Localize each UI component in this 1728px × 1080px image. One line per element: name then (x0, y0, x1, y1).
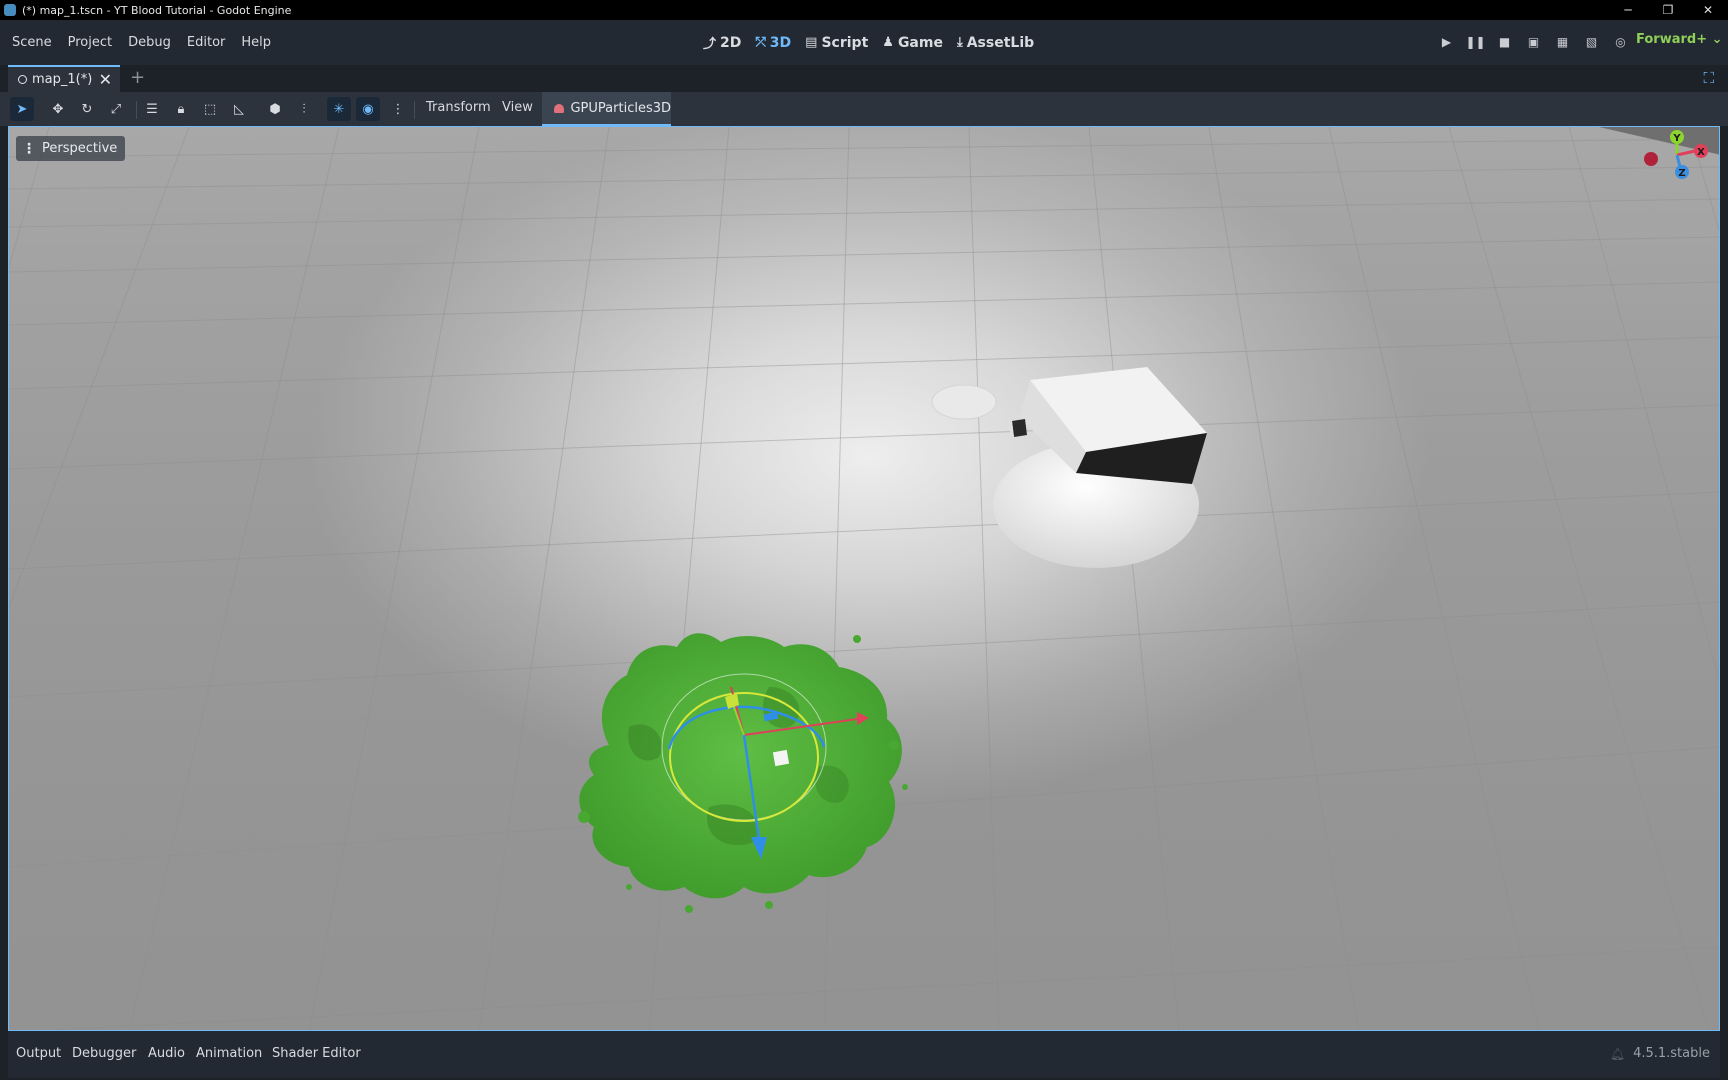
perspective-menu-button[interactable]: ⋮ Perspective (16, 136, 126, 161)
floor-shade (9, 127, 1719, 1030)
toolbar-separator (414, 101, 415, 119)
minimize-button[interactable]: ─ (1608, 0, 1648, 20)
gpuparticles3d-menu[interactable]: GPUParticles3D (542, 92, 671, 126)
workspace-assetlib-button[interactable]: ⤓ AssetLib (950, 35, 1041, 51)
play-scene-icon[interactable]: ▦ (1548, 32, 1577, 52)
more-icon[interactable]: ⋮ (386, 97, 410, 121)
workspace-3d-button[interactable]: ⤱ 3D (748, 35, 798, 51)
workspace-2d-label: 2D (720, 34, 742, 51)
main-menu-bar: Scene Project Debug Editor Help ⤴ 2D ⤱ 3… (0, 20, 1728, 65)
distraction-free-icon[interactable]: ⛶ (1703, 69, 1714, 87)
stop-icon[interactable]: ■ (1490, 32, 1519, 52)
gizmo-y-label: Y (1672, 133, 1681, 144)
close-tab-icon[interactable]: ✕ (99, 70, 112, 89)
scale-icon[interactable]: ⤢ (104, 97, 128, 121)
3d-viewport[interactable]: Y X Z ⋮ Perspective (8, 126, 1720, 1031)
gizmo-x-label: X (1697, 147, 1705, 158)
group-icon[interactable]: ⬚ (198, 97, 222, 121)
script-icon: ▤ (805, 35, 818, 50)
ruler-icon[interactable]: ◺ (227, 97, 251, 121)
bottom-tab-audio[interactable]: Audio (148, 1046, 185, 1061)
gizmo-z-label: Z (1678, 168, 1685, 179)
3d-icon: ⤱ (755, 35, 766, 50)
view-menu[interactable]: View (502, 100, 533, 115)
toolbar-separator (136, 101, 137, 119)
snap-grid-icon[interactable]: ⫶ (292, 97, 316, 121)
menu-debug[interactable]: Debug (120, 35, 179, 50)
move-icon[interactable]: ✥ (46, 97, 70, 121)
movie-maker-icon[interactable]: ◎ (1606, 32, 1635, 52)
notification-bell-icon[interactable]: 🔔︎ (1610, 1047, 1625, 1061)
bottom-tab-debugger[interactable]: Debugger (72, 1046, 136, 1061)
version-info: 🔔︎ 4.5.1.stable (1610, 1046, 1710, 1061)
viewport-toolbar: ➤ ✥ ↻ ⤢ ☰ 🔒︎ ⬚ ◺ ⬢ ⫶ ✳ ◉ ⋮ Transform Vie… (0, 92, 1728, 126)
menu-help[interactable]: Help (233, 35, 279, 50)
select-icon[interactable]: ➤ (10, 97, 34, 121)
window-controls: ─ ❐ ✕ (1608, 0, 1728, 20)
scene-tab-bar: map_1(*) ✕ + ⛶ (0, 65, 1728, 92)
bottom-panel-bar: Output Debugger Audio Animation Shader E… (0, 1031, 1728, 1080)
workspace-game-button[interactable]: ♟ Game (875, 35, 950, 51)
window-titlebar: (*) map_1.tscn - YT Blood Tutorial - God… (0, 0, 1728, 20)
assetlib-icon: ⤓ (956, 35, 963, 50)
snap-object-icon[interactable]: ⬢ (263, 97, 287, 121)
renderer-label: Forward+ (1636, 32, 1708, 47)
play-custom-icon[interactable]: ▧ (1577, 32, 1606, 52)
add-scene-tab-button[interactable]: + (130, 67, 145, 88)
restore-button[interactable]: ❐ (1648, 0, 1688, 20)
chevron-down-icon: ⌄ (1711, 32, 1723, 47)
bottom-tab-output[interactable]: Output (16, 1046, 61, 1061)
particles-icon (554, 103, 565, 113)
menu-scene[interactable]: Scene (4, 35, 60, 50)
menu-editor[interactable]: Editor (179, 35, 233, 50)
menu-list: Scene Project Debug Editor Help (4, 20, 279, 65)
kebab-menu-icon: ⋮ (22, 140, 36, 157)
small-disc-mesh (931, 384, 997, 420)
scene-tab-map-1[interactable]: map_1(*) ✕ (8, 65, 120, 92)
game-icon: ♟ (882, 35, 894, 50)
workspace-game-label: Game (897, 34, 943, 51)
workspace-assetlib-label: AssetLib (966, 34, 1035, 51)
version-label: 4.5.1.stable (1633, 1046, 1710, 1061)
bottom-panel: Output Debugger Audio Animation Shader E… (8, 1031, 1720, 1078)
gizmo-neg-x-icon[interactable] (1644, 152, 1658, 166)
rotate-icon[interactable]: ↻ (75, 97, 99, 121)
use-snap-icon[interactable]: ◉ (356, 97, 380, 121)
local-space-icon[interactable]: ✳ (327, 97, 351, 121)
renderer-select[interactable]: Forward+ ⌄ (1636, 32, 1723, 47)
remote-debug-icon[interactable]: ▣ (1519, 32, 1548, 52)
workspace-2d-button[interactable]: ⤴ 2D (696, 33, 748, 53)
menu-project[interactable]: Project (60, 35, 120, 50)
close-window-button[interactable]: ✕ (1688, 0, 1728, 20)
window-title: (*) map_1.tscn - YT Blood Tutorial - God… (22, 3, 292, 17)
gpuparticles3d-label: GPUParticles3D (570, 100, 671, 116)
workspace-script-button[interactable]: ▤ Script (798, 35, 875, 51)
pause-icon[interactable]: ❚❚ (1461, 32, 1490, 52)
gizmo-center-handle[interactable] (772, 749, 790, 767)
viewport-scene[interactable]: Y X Z (9, 127, 1720, 1031)
workspace-3d-label: 3D (769, 34, 792, 51)
godot-app-icon (4, 4, 16, 16)
workspace-switcher: ⤴ 2D ⤱ 3D ▤ Script ♟ Game ⤓ AssetLib (696, 20, 1041, 65)
bottom-tab-shader-editor[interactable]: Shader Editor (272, 1046, 361, 1061)
2d-icon: ⤴ (703, 37, 717, 52)
scene-tab-label: map_1(*) (32, 72, 93, 87)
play-icon[interactable]: ▶ (1432, 32, 1461, 52)
unsaved-ring-icon (18, 75, 27, 84)
bottom-tab-animation[interactable]: Animation (196, 1046, 262, 1061)
list-select-icon[interactable]: ☰ (140, 97, 164, 121)
lock-icon[interactable]: 🔒︎ (169, 97, 193, 121)
perspective-label: Perspective (42, 141, 118, 156)
transform-menu[interactable]: Transform (426, 100, 491, 115)
run-controls: ▶ ❚❚ ■ ▣ ▦ ▧ ◎ (1432, 32, 1635, 52)
workspace-script-label: Script (821, 34, 869, 51)
